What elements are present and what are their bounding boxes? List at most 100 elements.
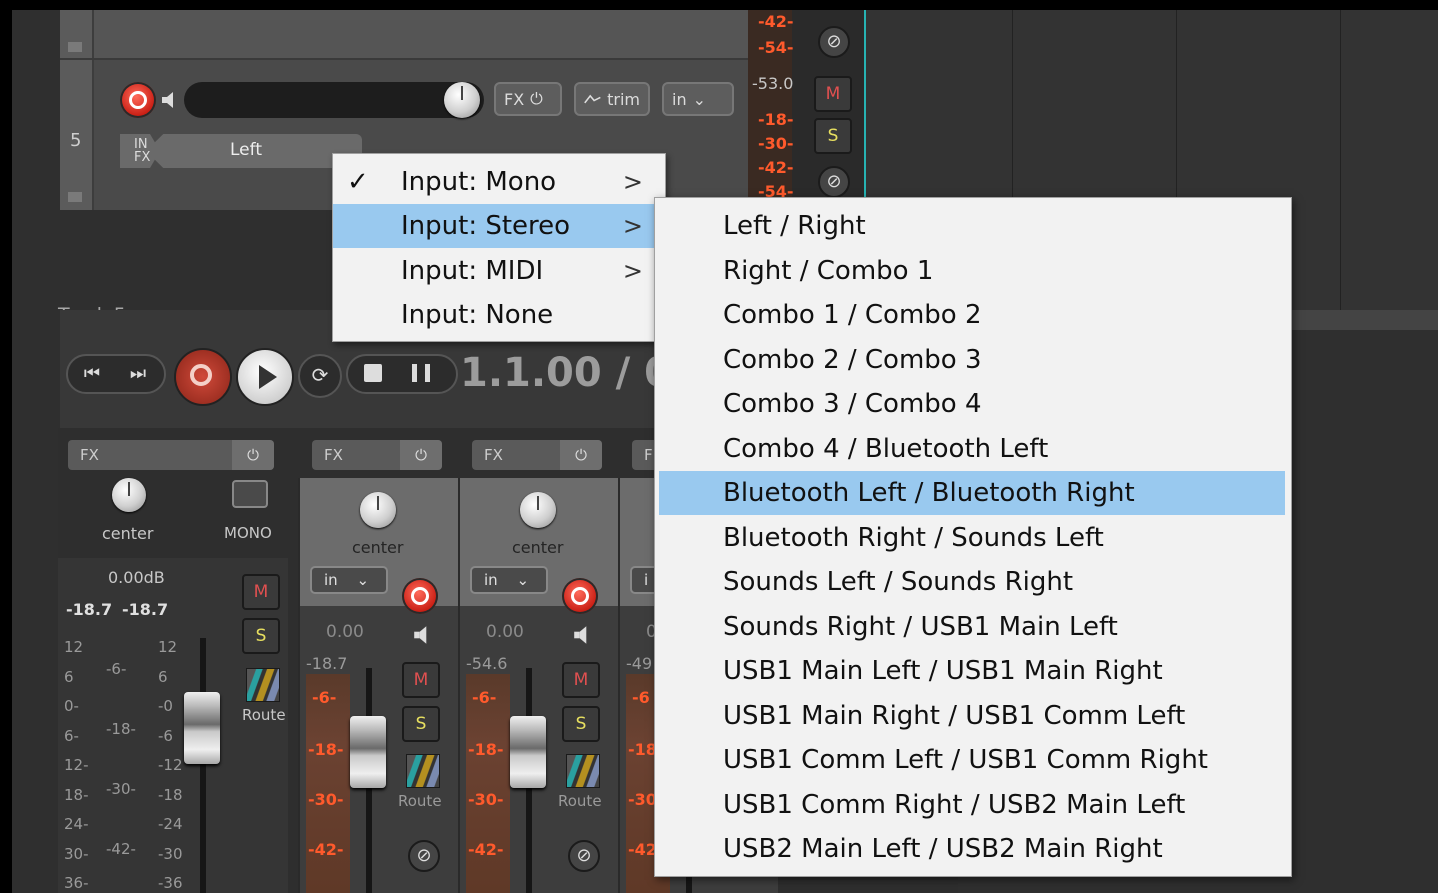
stereo-input-option[interactable]: USB1 Main Right / USB1 Comm Left	[659, 694, 1285, 738]
play-button[interactable]	[236, 348, 294, 406]
stereo-input-option[interactable]: Bluetooth Right / Sounds Left	[659, 516, 1285, 560]
record-input-selector[interactable]: IN FX Left	[120, 134, 362, 170]
stereo-input-option-label: USB1 Comm Left / USB1 Comm Right	[723, 745, 1208, 775]
meter-scale-tick: -24	[158, 815, 183, 833]
route-icon[interactable]	[246, 668, 280, 702]
phase-invert-icon[interactable]: ⊘	[408, 840, 440, 872]
menu-item-label: Input: None	[401, 300, 554, 330]
route-icon[interactable]	[566, 754, 600, 788]
timecode-display[interactable]: 1.1.00 / 0	[460, 350, 672, 396]
power-icon[interactable]: ⏻	[232, 440, 274, 470]
master-volume-readout[interactable]: 0.00dB	[108, 568, 165, 587]
master-fader[interactable]	[184, 692, 220, 764]
phase-invert-icon[interactable]: ⊘	[568, 840, 600, 872]
stereo-input-option[interactable]: Combo 4 / Bluetooth Left	[659, 427, 1285, 471]
solo-button[interactable]: S	[814, 118, 852, 154]
skip-to-start-icon[interactable]: ⏮	[80, 362, 104, 386]
stereo-input-submenu: Left / Right Right / Combo 1 Combo 1 / Com…	[654, 197, 1292, 877]
menu-item-label: Input: MIDI	[401, 256, 544, 286]
stereo-input-option[interactable]: Right / Combo 1	[659, 249, 1285, 293]
route-label: Route	[242, 706, 286, 724]
stereo-input-option[interactable]: Sounds Right / USB1 Main Left	[659, 605, 1285, 649]
solo-button[interactable]: S	[402, 706, 440, 742]
mute-button[interactable]: M	[562, 662, 600, 698]
io-fx-label: FX	[134, 150, 151, 165]
submenu-arrow-icon: >	[622, 168, 643, 196]
strip-volume-readout[interactable]: 0.00	[486, 622, 524, 642]
menu-item-input-midi[interactable]: Input: MIDI >	[333, 249, 663, 293]
mono-toggle[interactable]	[232, 480, 268, 508]
master-fx-slot[interactable]: FX ⏻	[68, 440, 274, 470]
record-arm-button[interactable]	[120, 82, 156, 118]
input-monitor-button[interactable]: in ⌄	[662, 82, 734, 116]
stop-icon[interactable]	[364, 364, 382, 382]
volume-knob[interactable]	[444, 82, 480, 118]
skip-to-end-icon[interactable]: ⏭	[126, 362, 150, 386]
route-icon[interactable]	[406, 754, 440, 788]
io-fx-tag: IN FX	[120, 134, 160, 168]
pan-knob[interactable]	[112, 478, 146, 512]
folder-icon[interactable]	[68, 42, 82, 52]
mute-button[interactable]: M	[402, 662, 440, 698]
strip-fader[interactable]	[350, 716, 386, 788]
submenu-arrow-icon: >	[622, 212, 643, 240]
record-arm-button[interactable]	[402, 578, 438, 614]
strip-peak-readout[interactable]: -18.7	[306, 654, 347, 673]
phase-invert-icon[interactable]: ⊘	[818, 26, 850, 58]
mono-label: MONO	[224, 524, 272, 542]
fx-label: F	[644, 446, 653, 464]
record-arm-button[interactable]	[562, 578, 598, 614]
mute-button[interactable]: M	[814, 76, 852, 112]
solo-button[interactable]: S	[562, 706, 600, 742]
menu-item-input-mono[interactable]: ✓ Input: Mono >	[333, 160, 663, 204]
stereo-input-option[interactable]: Combo 3 / Combo 4	[659, 382, 1285, 426]
stereo-input-option[interactable]: USB1 Comm Left / USB1 Comm Right	[659, 738, 1285, 782]
pan-knob[interactable]	[520, 492, 556, 528]
power-icon[interactable]: ⏻	[560, 440, 602, 470]
phase-invert-icon[interactable]: ⊘	[818, 166, 850, 198]
strip-fx-slot[interactable]: FX ⏻	[472, 440, 602, 470]
record-button[interactable]	[174, 348, 232, 406]
pause-icon[interactable]	[412, 364, 430, 382]
input-monitor-button[interactable]: in ⌄	[310, 566, 388, 594]
solo-button[interactable]: S	[242, 618, 280, 654]
meter-tick: -54-	[758, 38, 794, 57]
in-label: i	[644, 571, 649, 589]
in-label: in	[672, 89, 687, 109]
power-icon[interactable]: ⏻	[400, 440, 442, 470]
mute-button[interactable]: M	[242, 574, 280, 610]
meter-tick: -42-	[468, 840, 504, 859]
stereo-input-option[interactable]: Combo 1 / Combo 2	[659, 293, 1285, 337]
fx-button[interactable]: FX ⏻	[494, 82, 562, 116]
input-monitor-button[interactable]: in ⌄	[470, 566, 548, 594]
menu-item-input-stereo[interactable]: Input: Stereo >	[333, 204, 663, 248]
peak-right[interactable]: -18.7	[122, 600, 168, 619]
menu-item-label: Input: Mono	[401, 167, 557, 197]
stereo-input-option[interactable]: Combo 2 / Combo 3	[659, 338, 1285, 382]
strip-fader[interactable]	[510, 716, 546, 788]
speaker-icon[interactable]	[412, 624, 434, 646]
stereo-input-option[interactable]: USB1 Main Left / USB1 Main Right	[659, 649, 1285, 693]
speaker-icon[interactable]	[572, 624, 594, 646]
peak-left[interactable]: -18.7	[66, 600, 112, 619]
volume-slider[interactable]	[184, 82, 484, 118]
strip-volume-readout[interactable]: 0.00	[326, 622, 364, 642]
folder-icon[interactable]	[68, 192, 82, 202]
strip-fx-slot[interactable]: FX ⏻	[312, 440, 442, 470]
stereo-input-option[interactable]: USB1 Comm Right / USB2 Main Left	[659, 783, 1285, 827]
stereo-input-option[interactable]: USB2 Main Left / USB2 Main Right	[659, 827, 1285, 871]
meter-scale-tick: 0-	[64, 697, 79, 715]
strip-peak-readout[interactable]: -49	[626, 654, 652, 673]
speaker-icon[interactable]	[160, 90, 180, 110]
track-number-strip	[60, 10, 94, 58]
play-icon	[259, 365, 277, 389]
repeat-icon[interactable]: ⟳	[298, 354, 342, 398]
menu-item-input-none[interactable]: Input: None	[333, 293, 663, 337]
pan-knob[interactable]	[360, 492, 396, 528]
strip-peak-readout[interactable]: -54.6	[466, 654, 507, 673]
stereo-input-option[interactable]: Sounds Left / Sounds Right	[659, 560, 1285, 604]
meter-tick: -42-	[758, 12, 794, 31]
stereo-input-option[interactable]: Left / Right	[659, 204, 1285, 248]
trim-button[interactable]: trim	[574, 82, 650, 116]
stereo-input-option[interactable]: Bluetooth Left / Bluetooth Right	[659, 471, 1285, 515]
